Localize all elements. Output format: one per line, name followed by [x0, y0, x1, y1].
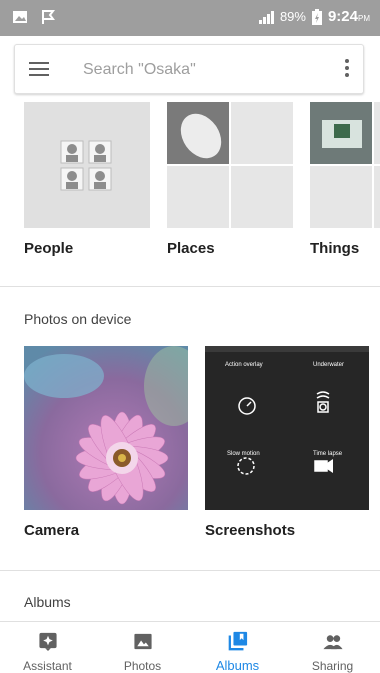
- mode-underwater: Underwater: [313, 362, 344, 368]
- things-label: Things: [310, 240, 360, 257]
- clock: 9:24PM: [328, 8, 370, 25]
- people-tile[interactable]: [24, 102, 150, 228]
- screenshots-album-tile[interactable]: Action overlay Underwater Slow motion Ti…: [205, 346, 369, 510]
- camera-label: Camera: [24, 522, 80, 539]
- section-divider-2: [0, 570, 380, 571]
- more-options-icon[interactable]: [341, 59, 353, 81]
- mode-time-lapse: Time lapse: [313, 451, 343, 457]
- search-input[interactable]: Search "Osaka": [83, 61, 196, 79]
- screenshot-preview: Action overlay Underwater Slow motion Ti…: [205, 346, 369, 510]
- photos-on-device-title: Photos on device: [24, 311, 132, 327]
- albums-section-title: Albums: [24, 594, 71, 610]
- search-bar[interactable]: Search "Osaka": [14, 44, 364, 94]
- albums-icon: [228, 631, 247, 651]
- places-tile[interactable]: [167, 102, 293, 228]
- time-lapse-icon: [314, 460, 328, 472]
- places-collage: [167, 102, 293, 228]
- nav-sharing-label: Sharing: [311, 659, 354, 673]
- people-label: People: [24, 240, 74, 257]
- clock-time: 9:24: [327, 8, 358, 25]
- battery-percent: 89%: [279, 9, 306, 24]
- status-bar: 89% 9:24PM: [0, 0, 380, 36]
- section-divider: [0, 286, 380, 287]
- nav-assistant[interactable]: Assistant: [0, 622, 95, 673]
- nav-photos-label: Photos: [123, 659, 162, 673]
- screenshots-label: Screenshots: [205, 522, 296, 539]
- battery-icon: [311, 8, 322, 25]
- nav-albums-label: Albums: [215, 658, 260, 673]
- nav-assistant-label: Assistant: [23, 659, 72, 673]
- mode-action-overlay: Action overlay: [225, 362, 263, 368]
- people-grid-icon: [24, 102, 150, 228]
- mode-slow-motion: Slow motion: [227, 451, 260, 457]
- assistant-icon: [38, 632, 57, 652]
- places-label: Places: [167, 240, 215, 257]
- nav-photos[interactable]: Photos: [95, 622, 190, 673]
- camera-flower-photo: [24, 346, 188, 510]
- clock-suffix: PM: [358, 14, 370, 23]
- signal-icon: [258, 10, 274, 24]
- nav-albums[interactable]: Albums: [190, 622, 285, 673]
- people-icon: [322, 635, 343, 650]
- gallery-icon: [13, 11, 27, 23]
- nav-sharing[interactable]: Sharing: [285, 622, 380, 673]
- things-collage: [310, 102, 380, 228]
- flag-icon: [42, 10, 55, 24]
- menu-icon[interactable]: [29, 62, 49, 78]
- bottom-navigation: Assistant Photos Albums Sharing: [0, 621, 380, 673]
- camera-album-tile[interactable]: [24, 346, 188, 510]
- photo-icon: [133, 633, 152, 650]
- things-tile[interactable]: [310, 102, 380, 228]
